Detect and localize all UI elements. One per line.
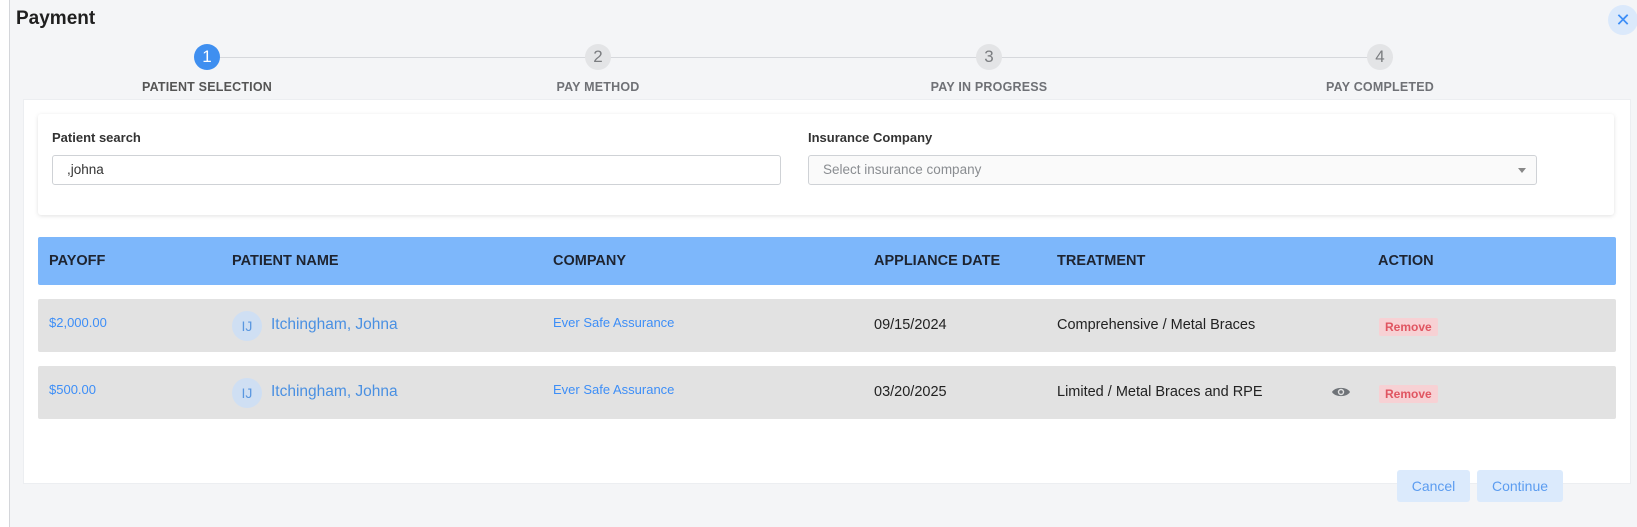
step-pay-in-progress: 3 PAY IN PROGRESS: [859, 44, 1119, 94]
patient-search-input[interactable]: ,johna: [52, 155, 781, 185]
payoff-amount[interactable]: $500.00: [49, 382, 96, 397]
step-label: PAY IN PROGRESS: [930, 80, 1048, 94]
avatar: IJ: [232, 378, 262, 408]
remove-button[interactable]: Remove: [1379, 318, 1438, 336]
step-number: 2: [585, 44, 611, 70]
insurance-select-placeholder: Select insurance company: [823, 162, 982, 177]
header-payoff: PAYOFF: [49, 253, 106, 269]
close-button[interactable]: ✕: [1608, 5, 1637, 35]
appliance-date: 03/20/2025: [874, 384, 947, 400]
step-label: PAY METHOD: [556, 80, 640, 94]
step-number: 3: [976, 44, 1002, 70]
step-pay-completed: 4 PAY COMPLETED: [1250, 44, 1510, 94]
avatar: IJ: [232, 311, 262, 341]
header-action: ACTION: [1378, 253, 1434, 269]
header-company: COMPANY: [553, 253, 627, 269]
left-edge-divider: [0, 0, 10, 527]
stepper-line: [215, 57, 1393, 58]
insurance-company-label: Insurance Company: [808, 130, 933, 145]
header-appliance-date: APPLIANCE DATE: [874, 253, 1001, 269]
appliance-date: 09/15/2024: [874, 317, 947, 333]
patient-name-link[interactable]: Itchingham, Johna: [271, 383, 398, 401]
patient-search-label: Patient search: [52, 130, 141, 145]
company-link[interactable]: Ever Safe Assurance: [553, 315, 674, 330]
treatment: Comprehensive / Metal Braces: [1057, 317, 1256, 333]
remove-button[interactable]: Remove: [1379, 385, 1438, 403]
close-icon: ✕: [1615, 10, 1631, 30]
table-row[interactable]: $2,000.00 IJ Itchingham, Johna Ever Safe…: [38, 299, 1616, 352]
treatment: Limited / Metal Braces and RPE: [1057, 384, 1263, 400]
step-number: 4: [1367, 44, 1393, 70]
content-card: Patient search ,johna Insurance Company …: [23, 99, 1631, 484]
header-patient-name: PATIENT NAME: [232, 253, 339, 269]
eye-icon[interactable]: [1331, 384, 1351, 400]
continue-button[interactable]: Continue: [1477, 470, 1563, 502]
header-treatment: TREATMENT: [1057, 253, 1146, 269]
chevron-down-icon: [1518, 168, 1526, 173]
payoff-amount[interactable]: $2,000.00: [49, 315, 107, 330]
step-label: PAY COMPLETED: [1326, 80, 1434, 94]
table-row[interactable]: $500.00 IJ Itchingham, Johna Ever Safe A…: [38, 366, 1616, 419]
company-link[interactable]: Ever Safe Assurance: [553, 382, 674, 397]
step-pay-method: 2 PAY METHOD: [468, 44, 728, 94]
insurance-company-select[interactable]: Select insurance company: [808, 155, 1537, 185]
page-title: Payment: [16, 8, 96, 29]
search-panel: Patient search ,johna Insurance Company …: [38, 114, 1614, 215]
table-header: PAYOFF PATIENT NAME COMPANY APPLIANCE DA…: [38, 237, 1616, 285]
step-label: PATIENT SELECTION: [141, 80, 273, 94]
cancel-button[interactable]: Cancel: [1397, 470, 1470, 502]
step-number: 1: [194, 44, 220, 70]
step-patient-selection: 1 PATIENT SELECTION: [77, 44, 337, 94]
patient-name-link[interactable]: Itchingham, Johna: [271, 316, 398, 334]
